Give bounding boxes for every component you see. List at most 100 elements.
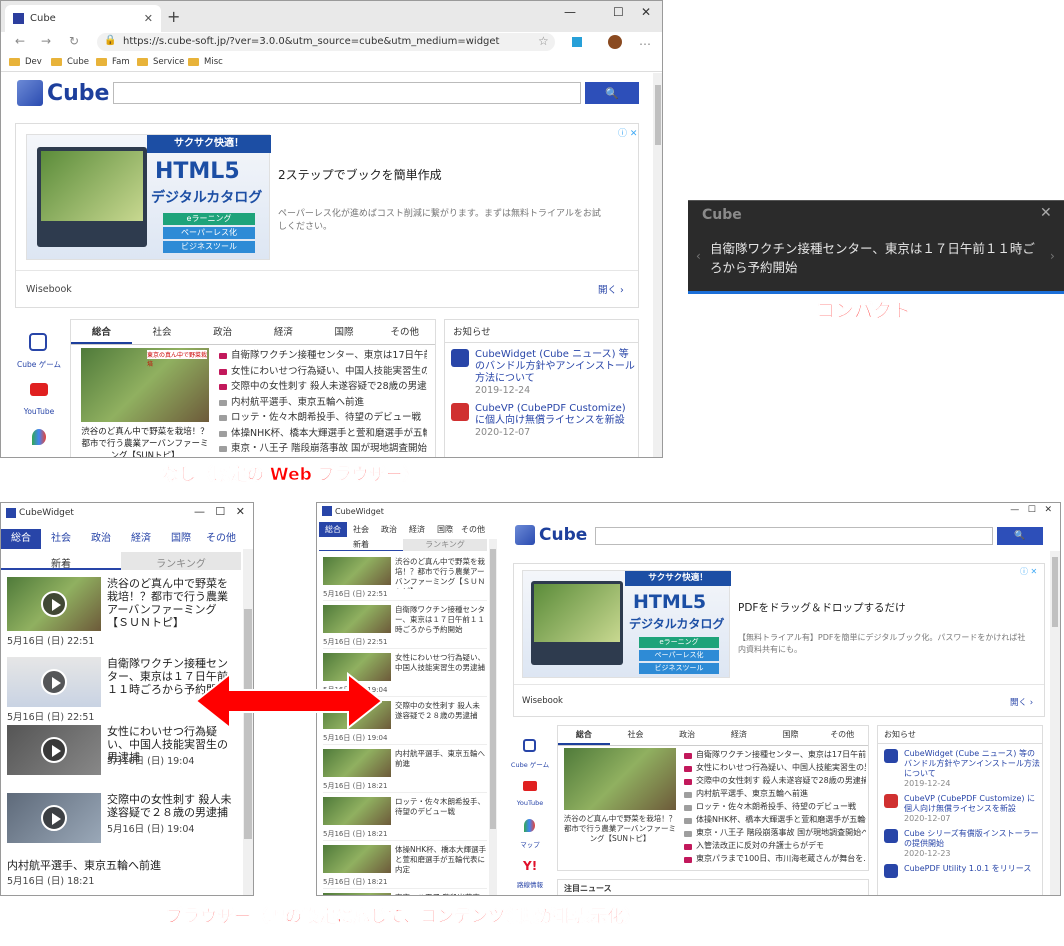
notice-item[interactable]: CubeVP (CubePDF Customize) に個人向け無償ライセンスを…	[445, 403, 638, 439]
news-item[interactable]: 女性にわいせつ行為疑い、中国人技能実習生の男逮捕	[682, 761, 866, 774]
cube-logo[interactable]: Cube	[515, 525, 587, 545]
news-item[interactable]: 東京・八王子 階段崩落事故 国が現地調査開始へ	[682, 826, 866, 839]
ad-panel[interactable]: サクサク快適！ HTML5 デジタルカタログ eラーニング ペーパーレス化 ビジ…	[513, 563, 1045, 717]
tab-other[interactable]: その他	[459, 522, 487, 537]
back-icon[interactable]: ←	[15, 34, 25, 48]
ad-open-link[interactable]: 開く ›	[598, 282, 624, 296]
news-item[interactable]: 交際中の女性刺す 殺人未遂容疑で28歳の男逮捕	[217, 379, 427, 395]
list-item[interactable]: 交際中の女性刺す 殺人未遂容疑で２８歳の男逮捕 5月16日 (日) 19:04	[7, 793, 237, 853]
notice-item[interactable]: Cube シリーズ有償版インストーラーの提供開始 2020-12-23	[878, 829, 1042, 859]
scrollbar[interactable]	[489, 539, 497, 895]
cube-game-icon[interactable]	[29, 333, 47, 351]
favorite-icon[interactable]: ☆	[538, 34, 549, 48]
list-item[interactable]: 自衛隊ワクチン接種センター、東京は１７日午前１１時ごろから予約開始 5月16日 (…	[323, 603, 487, 649]
news-item[interactable]: 東京パラまで100日、市川海老蔵さんが舞台を…	[682, 852, 866, 865]
news-item[interactable]: 体操NHK杯、橋本大輝選手と萱和磨選手が五輪代表に	[682, 813, 866, 826]
feature-thumbnail[interactable]: 東京の真ん中で野菜栽培	[81, 348, 209, 422]
profile-avatar[interactable]	[608, 35, 622, 49]
list-item[interactable]: 渋谷のど真ん中で野菜を栽培！？都市で行う農業アーバンファーミング【ＳＵＮトピ】 5…	[323, 555, 487, 601]
list-item[interactable]: ロッテ・佐々木朗希投手、待望のデビュー戦 5月16日 (日) 18:21	[323, 795, 487, 841]
tab-economy[interactable]: 経済	[403, 522, 431, 537]
close-tab-icon[interactable]: ✕	[144, 12, 153, 25]
list-item[interactable]: 渋谷のど真ん中で野菜を栽培！？都市で行う農業アーバンファーミング【ＳＵＮトピ】 …	[7, 577, 237, 647]
prev-icon[interactable]: ‹	[696, 249, 701, 263]
page-scrollbar[interactable]	[1050, 551, 1060, 895]
tab-general[interactable]: 総合	[319, 522, 347, 537]
news-item[interactable]: 入管法改正に反対の弁護士らがデモ	[682, 839, 866, 852]
adchoices-icon[interactable]: ⓘ ✕	[618, 126, 637, 139]
feature-caption[interactable]: 渋谷のど真ん中で野菜を栽培！？都市で行う農業アーバンファーミング【SUNトピ】	[562, 814, 678, 844]
reload-icon[interactable]: ↻	[69, 34, 79, 48]
window-controls[interactable]: — ☐ ✕	[194, 505, 245, 518]
list-item[interactable]: 東京・八王子 階段崩落事故 国が現地調査開始へ	[323, 891, 487, 895]
news-item[interactable]: 自衛隊ワクチン接種センター、東京は17日午前11時ごろ…	[217, 348, 427, 364]
close-icon[interactable]: ✕	[1040, 205, 1052, 221]
ad-panel[interactable]: サクサク快適！ HTML5 デジタルカタログ eラーニング ペーパーレス化 ビジ…	[15, 123, 639, 308]
news-item[interactable]: 内村航平選手、東京五輪へ前進	[682, 787, 866, 800]
cube-game-icon[interactable]	[523, 739, 536, 752]
maps-icon[interactable]	[524, 819, 535, 832]
compact-news-text[interactable]: 自衛隊ワクチン接種センター、東京は１７日午前１１時ごろから予約開始	[710, 239, 1046, 277]
youtube-icon[interactable]	[523, 781, 537, 791]
search-button[interactable]: 🔍	[585, 82, 639, 104]
tab-economy[interactable]: 経済	[253, 320, 314, 344]
news-item[interactable]: ロッテ・佐々木朗希投手、待望のデビュー戦	[682, 800, 866, 813]
tab-economy[interactable]: 経済	[713, 726, 765, 745]
tab-international[interactable]: 国際	[314, 320, 375, 344]
list-item[interactable]: 内村航平選手、東京五輪へ前進 5月16日 (日) 18:21	[7, 859, 237, 889]
search-input[interactable]	[113, 82, 581, 104]
tab-latest[interactable]: 新着	[319, 539, 403, 551]
minimize-icon[interactable]: —	[564, 5, 576, 19]
tab-politics[interactable]: 政治	[81, 529, 121, 549]
bookmark-folder[interactable]: Misc	[188, 57, 223, 67]
feature-caption[interactable]: 渋谷のど真ん中で野菜を栽培！？都市で行う農業アーバンファーミング【SUNトピ】	[79, 426, 211, 457]
news-item[interactable]: 内村航平選手、東京五輪へ前進	[217, 395, 427, 411]
notice-item[interactable]: CubeWidget (Cube ニュース) 等のバンドル方針やアンインストール…	[878, 749, 1042, 789]
tab-society[interactable]: 社会	[610, 726, 662, 745]
tab-society[interactable]: 社会	[41, 529, 81, 549]
search-input[interactable]	[595, 527, 993, 545]
tab-general[interactable]: 総合	[1, 529, 41, 549]
maximize-icon[interactable]: ☐	[613, 5, 624, 19]
new-tab-icon[interactable]: +	[167, 7, 180, 26]
bookmark-folder[interactable]: Cube	[51, 57, 89, 67]
close-window-icon[interactable]: ✕	[641, 5, 651, 19]
news-item[interactable]: 交際中の女性刺す 殺人未遂容疑で28歳の男逮捕	[682, 774, 866, 787]
list-item[interactable]: 体操NHK杯、橋本大輝選手と萱和磨選手が五輪代表に内定 5月16日 (日) 18:…	[323, 843, 487, 889]
maps-icon[interactable]	[32, 429, 46, 445]
page-scrollbar[interactable]	[653, 73, 662, 457]
tab-international[interactable]: 国際	[431, 522, 459, 537]
news-item[interactable]: ロッテ・佐々木朗希投手、待望のデビュー戦	[217, 410, 427, 426]
list-item[interactable]: 内村航平選手、東京五輪へ前進 5月16日 (日) 18:21	[323, 747, 487, 793]
tab-latest[interactable]: 新着	[1, 552, 121, 570]
tab-ranking[interactable]: ランキング	[121, 552, 241, 570]
window-controls[interactable]: — ☐ ✕	[1010, 505, 1052, 515]
feature-thumbnail[interactable]	[564, 748, 676, 810]
tab-other[interactable]: その他	[201, 529, 241, 549]
tab-other[interactable]: その他	[374, 320, 435, 344]
tab-politics[interactable]: 政治	[375, 522, 403, 537]
tab-international[interactable]: 国際	[765, 726, 817, 745]
youtube-icon[interactable]	[30, 383, 48, 396]
more-icon[interactable]: …	[639, 34, 651, 48]
next-icon[interactable]: ›	[1050, 249, 1055, 263]
news-item[interactable]: 東京・八王子 階段崩落事故 国が現地調査開始へ	[217, 441, 427, 457]
bookmark-folder[interactable]: Fam	[96, 57, 130, 67]
tab-society[interactable]: 社会	[347, 522, 375, 537]
browser-tab[interactable]: Cube ✕	[5, 5, 161, 32]
list-item[interactable]: 女性にわいせつ行為疑い、中国人技能実習生の男逮捕 5月16日 (日) 19:04	[7, 725, 237, 787]
tab-politics[interactable]: 政治	[192, 320, 253, 344]
news-item[interactable]: 自衛隊ワクチン接種センター、東京は17日午前11時ごろ…	[682, 748, 866, 761]
tab-society[interactable]: 社会	[132, 320, 193, 344]
adchoices-icon[interactable]: ⓘ ✕	[1020, 566, 1037, 577]
news-item[interactable]: 体操NHK杯、橋本大輝選手と萱和磨選手が五輪代表に	[217, 426, 427, 442]
tab-politics[interactable]: 政治	[661, 726, 713, 745]
cube-logo[interactable]: Cube	[17, 80, 109, 106]
notice-item[interactable]: CubeVP (CubePDF Customize) に個人向け無償ライセンスを…	[878, 794, 1042, 824]
ad-open-link[interactable]: 開く ›	[1010, 696, 1033, 708]
notice-item[interactable]: CubePDF Utility 1.0.1 をリリース	[878, 864, 1042, 878]
url-input[interactable]: https://s.cube-soft.jp/?ver=3.0.0&utm_so…	[97, 33, 555, 51]
bookmark-folder[interactable]: Dev	[9, 57, 42, 67]
news-item[interactable]: 女性にわいせつ行為疑い、中国人技能実習生の男逮捕	[217, 364, 427, 380]
tab-international[interactable]: 国際	[161, 529, 201, 549]
